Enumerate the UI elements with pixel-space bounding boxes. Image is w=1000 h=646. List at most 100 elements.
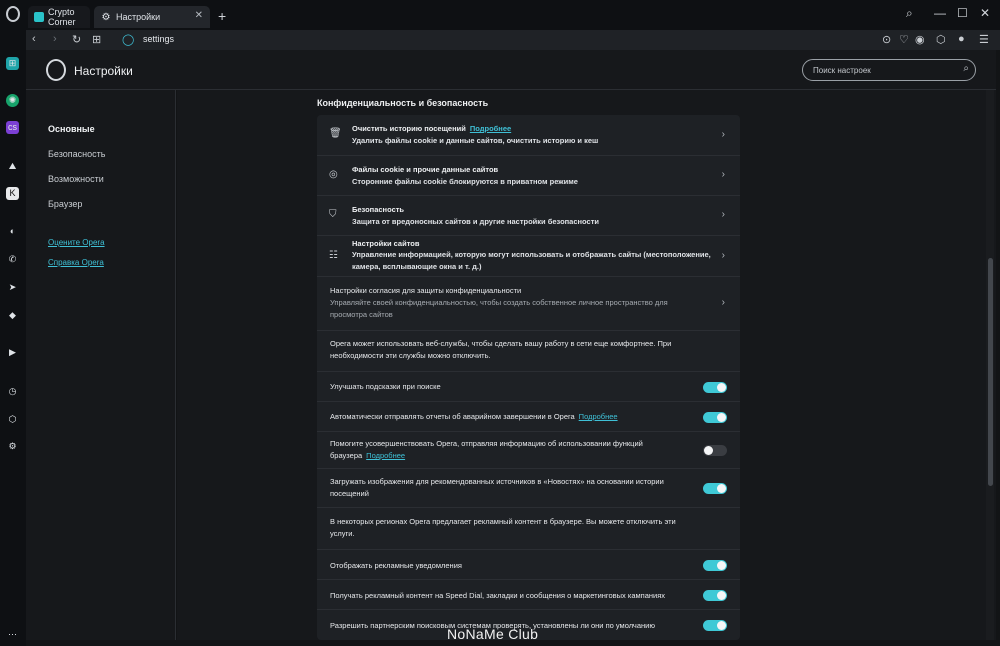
tiles-icon[interactable]: ⊞ (92, 33, 101, 46)
ads-note: В некоторых регионах Opera предлагает ре… (330, 517, 676, 538)
site-settings-row[interactable]: ☷ Настройки сайтов Управление информацие… (317, 236, 740, 277)
back-icon[interactable]: ‹ (32, 33, 36, 45)
toggle-knob (717, 484, 726, 493)
chatgpt-icon[interactable]: ✺ (6, 94, 19, 107)
twitter-icon[interactable]: ◆ (6, 309, 19, 322)
whatsapp-icon[interactable]: ✆ (6, 253, 19, 266)
tab-label: Crypto Corner (48, 7, 76, 27)
scrollbar[interactable] (986, 90, 994, 640)
security-row[interactable]: ⛉ Безопасность Защита от вредоносных сай… (317, 196, 740, 236)
toggle-label: Загружать изображения для рекомендованны… (330, 477, 664, 498)
opera-logo-icon (46, 59, 66, 81)
chevron-right-icon: › (721, 169, 725, 180)
promo-notifications-toggle[interactable] (703, 560, 727, 571)
search-input[interactable] (813, 64, 953, 77)
learn-more-link[interactable]: Подробнее (579, 412, 618, 421)
row-title: Настройки сайтов (352, 239, 420, 248)
chevron-right-icon: › (721, 129, 725, 140)
cookie-icon: ◎ (329, 169, 338, 180)
watermark: NoNaMe Club (447, 626, 539, 642)
clear-history-row[interactable]: 🗑 Очистить историю посещений Подробнее Уд… (317, 115, 740, 156)
tab-label: Настройки (116, 12, 161, 22)
minimize-icon[interactable]: — (934, 6, 946, 20)
nav-item-features[interactable]: Возможности (48, 174, 104, 184)
row-title: Очистить историю посещений Подробнее (352, 124, 512, 133)
usage-stats-toggle[interactable] (703, 445, 727, 456)
crypto-corner-favicon (34, 12, 44, 22)
discord-icon[interactable]: ◐ (6, 225, 19, 238)
toggle-label: Помогите усовершенствовать Opera, отправ… (330, 439, 643, 460)
nav-item-browser[interactable]: Браузер (48, 199, 82, 209)
trash-icon: 🗑 (329, 128, 342, 139)
address-bar: ‹ › ↻ ⊞ ◯ settings ⊙ ♡ ◉ ⬡ ● ☰ (26, 30, 1000, 50)
rate-opera-link[interactable]: Оцените Opera (48, 238, 105, 247)
learn-more-link[interactable]: Подробнее (470, 124, 511, 133)
nav-item-basic[interactable]: Основные (48, 124, 95, 134)
extensions-icon[interactable]: ⬡ (6, 413, 19, 426)
toggle-row: Автоматически отправлять отчеты об авари… (317, 402, 740, 432)
row-subtitle: Управление информацией, которую могут ис… (352, 250, 711, 271)
news-images-toggle[interactable] (703, 483, 727, 494)
nav-item-security[interactable]: Безопасность (48, 149, 105, 159)
mountain-icon[interactable]: ⛰ (6, 160, 19, 173)
player-icon[interactable]: ▶ (6, 346, 19, 359)
consent-title: Настройки согласия для защиты конфиденци… (330, 286, 522, 295)
reload-icon[interactable]: ↻ (72, 33, 81, 46)
heart-icon[interactable]: ♡ (899, 33, 909, 46)
toggle-row: Помогите усовершенствовать Opera, отправ… (317, 432, 740, 469)
learn-more-link[interactable]: Подробнее (366, 451, 405, 460)
search-suggestions-toggle[interactable] (703, 382, 727, 393)
webservices-note-row: Opera может использовать веб-службы, что… (317, 331, 740, 372)
maximize-icon[interactable]: ☐ (957, 6, 968, 20)
sidebar-app-icon[interactable]: ⊞ (6, 57, 19, 70)
toggle-knob (704, 446, 713, 455)
promo-content-toggle[interactable] (703, 590, 727, 601)
close-window-icon[interactable]: ✕ (980, 6, 990, 20)
page-title: Настройки (74, 64, 133, 78)
chevron-right-icon: › (721, 209, 725, 220)
toggle-label: Улучшать подсказки при поиске (330, 382, 441, 391)
opera-help-link[interactable]: Справка Opera (48, 258, 104, 267)
avatar[interactable]: ● (958, 33, 965, 45)
scrollbar-thumb[interactable] (988, 258, 993, 486)
tab-crypto-corner[interactable]: Crypto Corner (28, 6, 90, 28)
crash-reports-toggle[interactable] (703, 412, 727, 423)
sliders-icon: ☷ (329, 250, 338, 261)
toggle-row: Улучшать подсказки при поиске (317, 372, 740, 402)
search-box[interactable]: ⌕ (802, 59, 976, 81)
toggle-knob (717, 621, 726, 630)
settings-gear-icon[interactable]: ⚙ (6, 440, 19, 453)
shield-icon: ⛉ (329, 209, 337, 220)
toggle-knob (717, 591, 726, 600)
settings-nav: Основные Безопасность Возможности Браузе… (26, 90, 176, 640)
history-icon[interactable]: ◷ (6, 385, 19, 398)
tab-settings[interactable]: ⚙ Настройки ✕ (94, 6, 210, 28)
privacy-card: 🗑 Очистить историю посещений Подробнее Уд… (317, 115, 740, 640)
row-title: Безопасность (352, 205, 405, 214)
k-app-icon[interactable]: K (6, 187, 19, 200)
telegram-icon[interactable]: ➤ (6, 281, 19, 294)
cookies-row[interactable]: ◎ Файлы cookie и прочие данные сайтов Ст… (317, 156, 740, 196)
toggle-knob (717, 413, 726, 422)
forward-icon[interactable]: › (53, 33, 57, 45)
ads-note-row: В некоторых регионах Opera предлагает ре… (317, 508, 740, 550)
row-subtitle: Защита от вредоносных сайтов и другие на… (352, 217, 599, 226)
url-text[interactable]: settings (143, 34, 174, 44)
cube-icon[interactable]: ⬡ (936, 33, 946, 46)
opera-menu-icon[interactable] (6, 6, 20, 22)
toggle-label: Автоматически отправлять отчеты об авари… (330, 412, 618, 421)
row-title: Файлы cookie и прочие данные сайтов (352, 165, 499, 174)
tab-search-icon[interactable]: ⌕ (906, 6, 913, 21)
snapshot-icon[interactable]: ⊙ (882, 33, 891, 46)
consent-settings-row[interactable]: Настройки согласия для защиты конфиденци… (317, 277, 740, 331)
toggle-label: Получать рекламный контент на Speed Dial… (330, 591, 666, 600)
easy-setup-icon[interactable]: ☰ (979, 33, 989, 46)
close-tab-icon[interactable]: ✕ (195, 10, 203, 21)
search-icon[interactable]: ⌕ (963, 63, 969, 74)
chatsonic-icon[interactable]: cs (6, 121, 19, 134)
partner-search-toggle[interactable] (703, 620, 727, 631)
new-tab-button[interactable]: + (218, 8, 226, 24)
more-icon[interactable]: ⋯ (6, 628, 19, 641)
shield-check-icon[interactable]: ◉ (915, 33, 925, 46)
tab-bar: Crypto Corner ⚙ Настройки ✕ + ⌕ — ☐ ✕ (0, 0, 1000, 30)
